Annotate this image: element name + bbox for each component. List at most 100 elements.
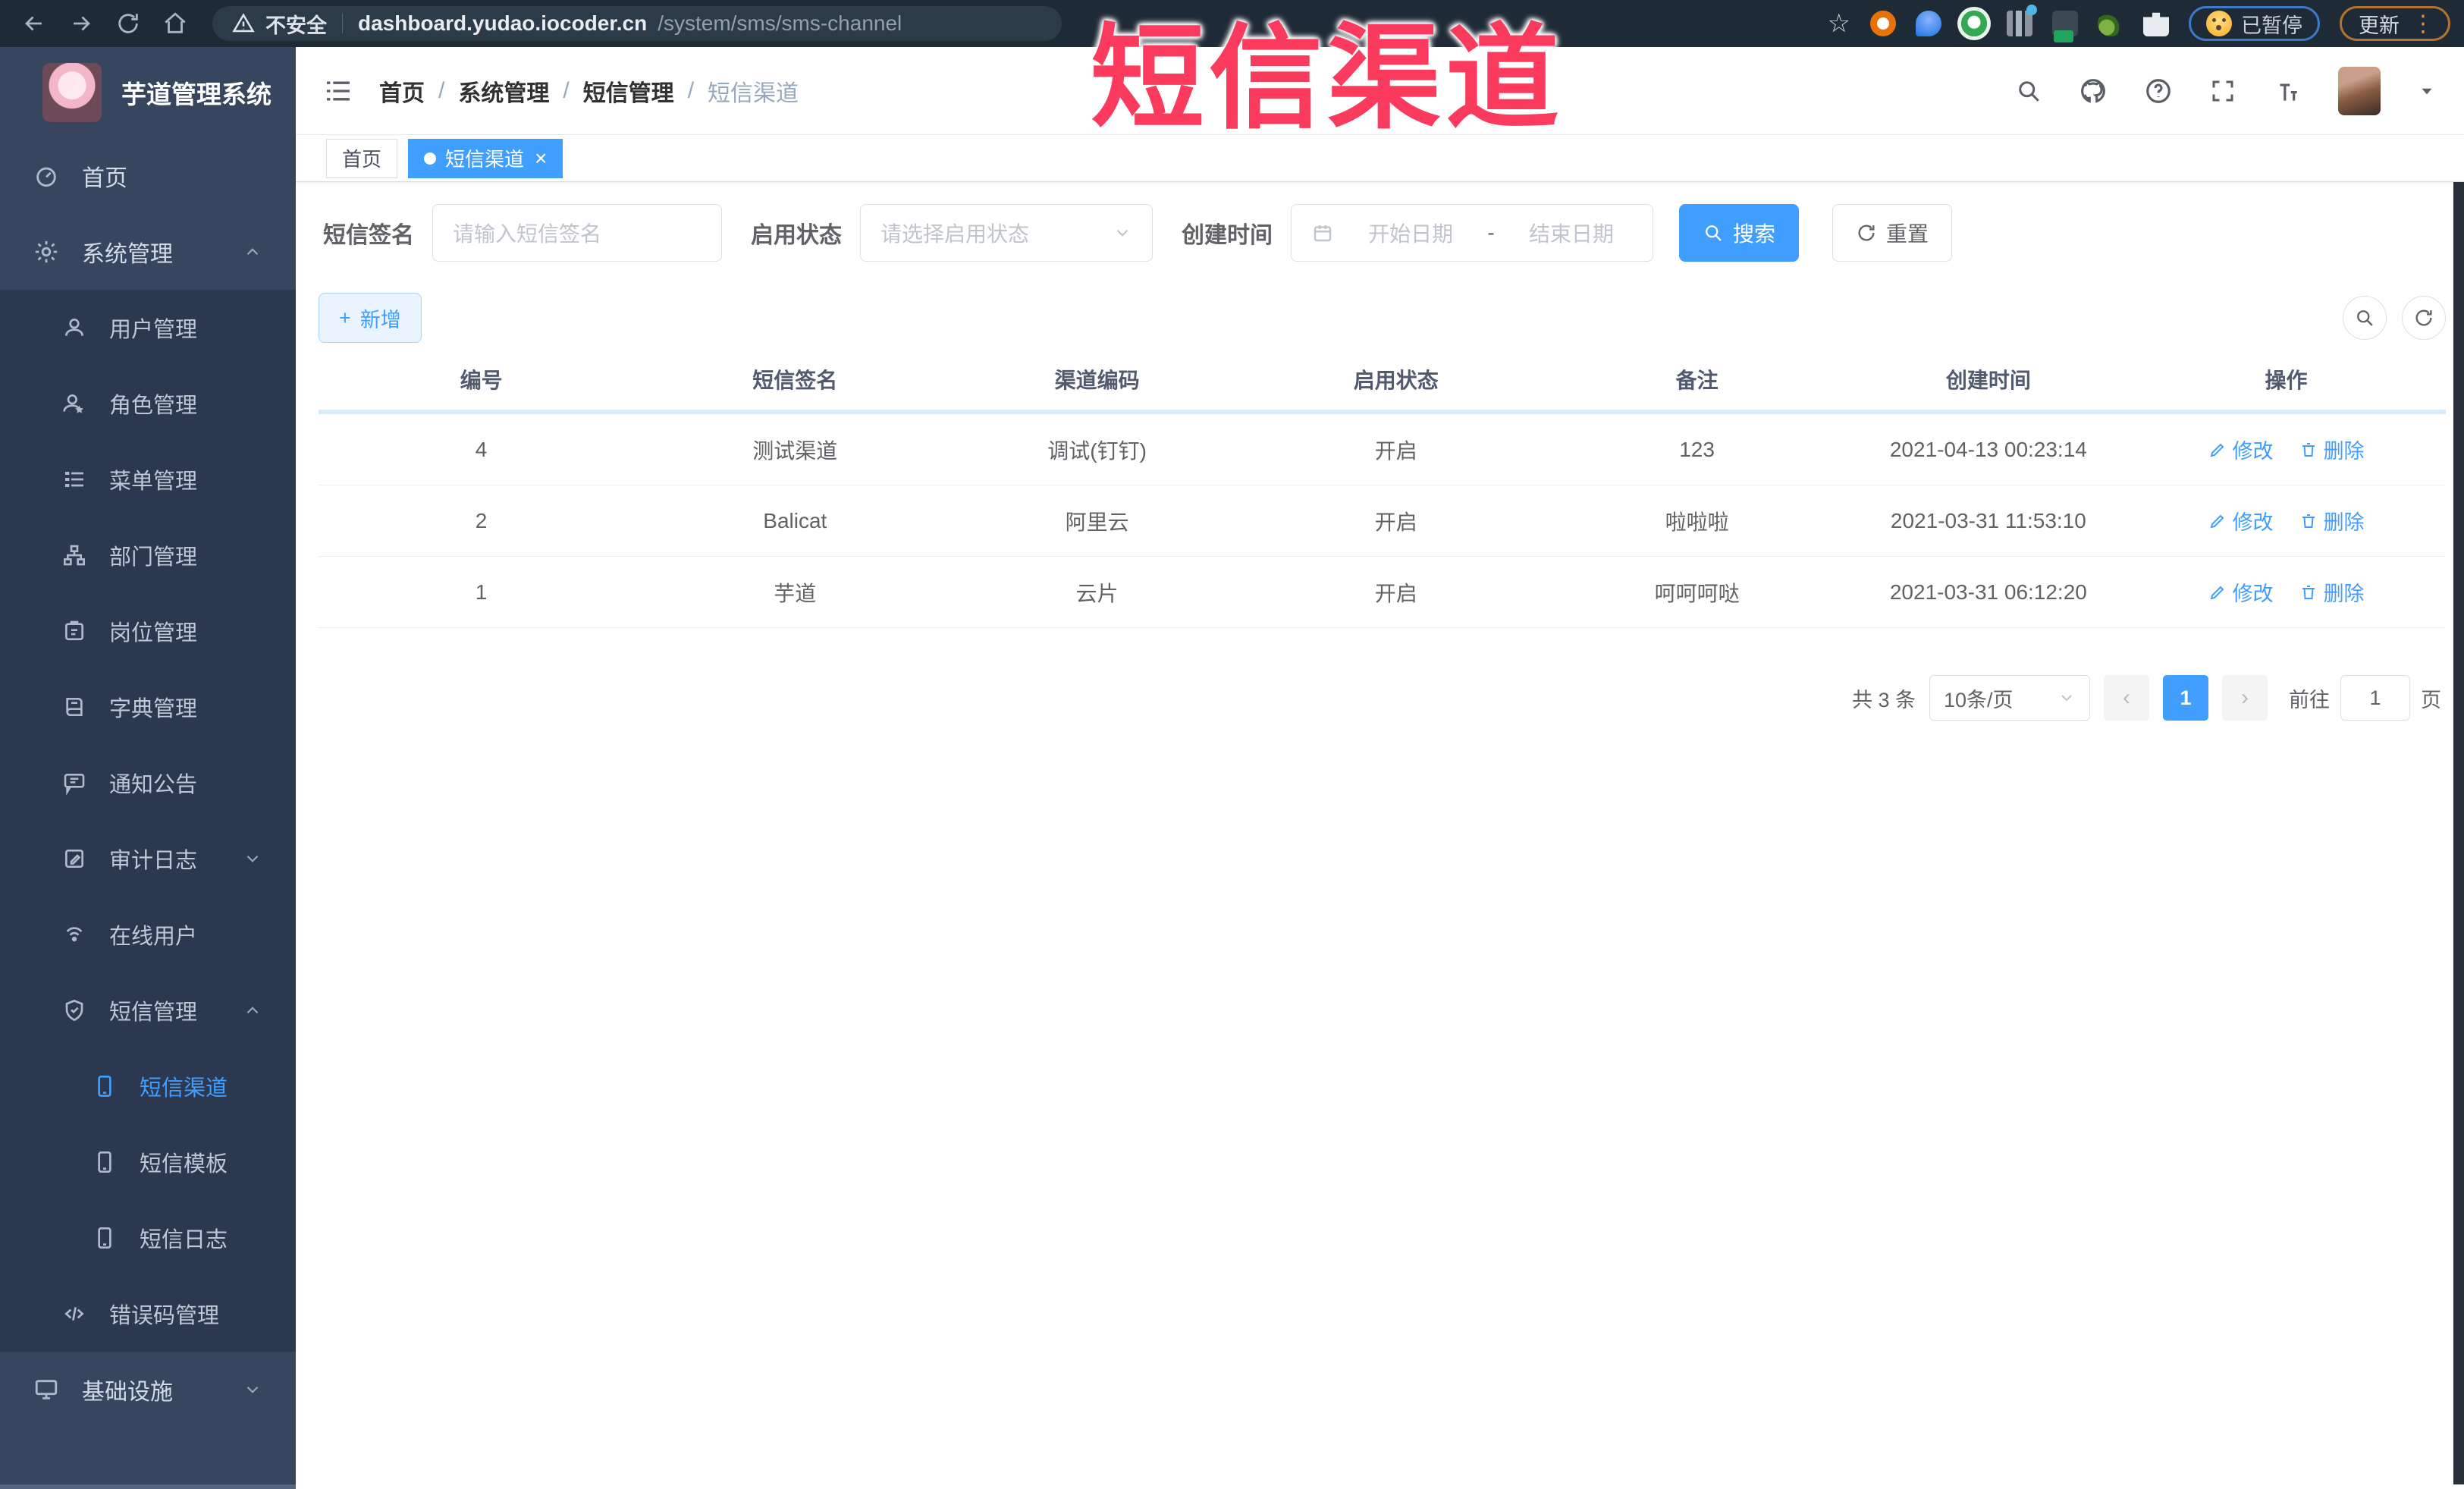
annotation-overlay-text: 短信渠道 xyxy=(1091,14,1565,142)
sidebar-item-users[interactable]: 用户管理 xyxy=(0,290,296,366)
extensions-puzzle-icon[interactable] xyxy=(2143,12,2169,36)
pencil-icon xyxy=(2210,586,2224,599)
caret-down-icon[interactable] xyxy=(2417,81,2437,101)
extension-sprout-icon[interactable] xyxy=(2098,11,2123,36)
github-icon[interactable] xyxy=(2079,77,2108,105)
status-select[interactable]: 请选择启用状态 xyxy=(860,204,1153,262)
current-page-button[interactable]: 1 xyxy=(2163,675,2208,721)
refresh-table-button[interactable] xyxy=(2402,296,2446,340)
search-icon xyxy=(1703,222,1724,243)
sidebar: 芋道管理系统 首页 系统管理 用户管理 角色管理 菜单管理 部门管理 岗位管理 … xyxy=(0,47,296,1489)
menu-dots-icon: ⋮ xyxy=(2412,11,2436,36)
tag-home[interactable]: 首页 xyxy=(326,138,398,178)
edit-link[interactable]: 修改 xyxy=(2208,577,2274,607)
paused-extension-pill[interactable]: 已暂停 xyxy=(2189,6,2320,41)
trash-icon xyxy=(2302,585,2315,599)
window-bottom-edge xyxy=(0,1484,296,1489)
reload-icon[interactable] xyxy=(108,3,149,44)
sidebar-item-audit-log[interactable]: 审计日志 xyxy=(0,821,296,897)
extension-blue-drop-icon[interactable] xyxy=(1916,11,1941,36)
delete-link[interactable]: 删除 xyxy=(2299,506,2365,536)
dashboard-icon xyxy=(33,163,59,189)
collapse-sidebar-icon[interactable] xyxy=(323,76,353,106)
sidebar-item-posts[interactable]: 岗位管理 xyxy=(0,593,296,669)
next-page-button[interactable]: › xyxy=(2222,675,2268,721)
announcement-icon xyxy=(62,771,86,795)
edit-link[interactable]: 修改 xyxy=(2208,506,2274,536)
user-avatar[interactable] xyxy=(2338,66,2381,115)
header-search-icon[interactable] xyxy=(2015,77,2042,105)
sidebar-item-home[interactable]: 首页 xyxy=(0,138,296,214)
toggle-search-button[interactable] xyxy=(2343,296,2387,340)
sidebar-item-sms-management[interactable]: 短信管理 xyxy=(0,972,296,1048)
tag-sms-channel[interactable]: 短信渠道 × xyxy=(408,138,563,178)
pencil-icon xyxy=(2210,514,2224,528)
breadcrumb-system[interactable]: 系统管理 xyxy=(458,74,549,108)
sidebar-item-dictionary[interactable]: 字典管理 xyxy=(0,669,296,745)
address-bar[interactable]: 不安全 dashboard.yudao.iocoder.cn/system/sm… xyxy=(212,6,1062,41)
org-tree-icon xyxy=(62,543,86,567)
font-size-icon[interactable] xyxy=(2273,77,2302,105)
user-icon xyxy=(62,316,86,340)
browser-update-button[interactable]: 更新 ⋮ xyxy=(2340,6,2450,41)
date-range-input[interactable]: 开始日期 - 结束日期 xyxy=(1291,204,1653,262)
sidebar-item-sms-log[interactable]: 短信日志 xyxy=(0,1200,296,1276)
page-unit-label: 页 xyxy=(2421,688,2441,712)
add-button[interactable]: + 新增 xyxy=(319,293,422,343)
home-icon[interactable] xyxy=(155,3,196,44)
breadcrumb-home[interactable]: 首页 xyxy=(379,74,425,108)
phone-icon xyxy=(93,1226,117,1250)
phone-icon xyxy=(93,1074,117,1098)
chevron-up-icon xyxy=(243,242,262,262)
paused-label: 已暂停 xyxy=(2241,14,2302,37)
delete-link[interactable]: 删除 xyxy=(2299,577,2365,607)
url-domain: dashboard.yudao.iocoder.cn xyxy=(358,11,648,35)
menu-list-icon xyxy=(62,467,86,492)
sign-input[interactable]: 请输入短信签名 xyxy=(432,204,722,262)
prev-page-button[interactable]: ‹ xyxy=(2104,675,2149,721)
gear-icon xyxy=(33,239,59,265)
delete-link[interactable]: 删除 xyxy=(2299,435,2365,464)
sidebar-item-online-users[interactable]: 在线用户 xyxy=(0,897,296,972)
extension-equalizer-icon[interactable] xyxy=(2007,5,2037,36)
security-label: 不安全 xyxy=(265,14,327,37)
close-tag-icon[interactable]: × xyxy=(535,146,547,171)
sidebar-item-notices[interactable]: 通知公告 xyxy=(0,745,296,821)
role-users-icon xyxy=(62,391,86,416)
extension-on-badge-icon[interactable] xyxy=(2052,11,2078,42)
fullscreen-icon[interactable] xyxy=(2209,77,2236,105)
page-size-select[interactable]: 10条/页 xyxy=(1929,675,2090,721)
breadcrumb-separator: / xyxy=(687,77,695,103)
pencil-icon xyxy=(2210,443,2224,457)
breadcrumb-separator: / xyxy=(438,77,445,103)
active-dot-icon xyxy=(424,152,437,165)
back-icon[interactable] xyxy=(14,3,55,44)
sidebar-item-system[interactable]: 系统管理 xyxy=(0,214,296,290)
sidebar-item-menus[interactable]: 菜单管理 xyxy=(0,441,296,517)
sidebar-item-roles[interactable]: 角色管理 xyxy=(0,366,296,441)
brand-title: 芋道管理系统 xyxy=(121,80,272,108)
extension-green-check-icon[interactable] xyxy=(1961,11,1987,36)
trash-icon xyxy=(2302,442,2315,457)
bookmark-star-icon[interactable]: ☆ xyxy=(1828,8,1850,39)
chevron-down-icon xyxy=(2058,689,2076,707)
breadcrumb-sms[interactable]: 短信管理 xyxy=(583,74,674,108)
goto-page-input[interactable]: 1 xyxy=(2340,675,2410,721)
edit-link[interactable]: 修改 xyxy=(2208,435,2274,464)
address-divider xyxy=(342,14,343,33)
sidebar-item-error-codes[interactable]: 错误码管理 xyxy=(0,1276,296,1352)
sidebar-item-departments[interactable]: 部门管理 xyxy=(0,517,296,593)
badge-icon xyxy=(62,619,86,643)
sign-label: 短信签名 xyxy=(323,223,414,248)
forward-icon[interactable] xyxy=(61,3,102,44)
reset-button[interactable]: 重置 xyxy=(1832,204,1953,262)
extension-orange-ring-icon[interactable] xyxy=(1870,11,1896,36)
sidebar-item-sms-channel[interactable]: 短信渠道 xyxy=(0,1048,296,1124)
help-question-icon[interactable] xyxy=(2144,77,2173,105)
sidebar-item-infrastructure[interactable]: 基础设施 xyxy=(0,1352,296,1428)
start-date-placeholder: 开始日期 xyxy=(1368,222,1454,246)
sidebar-item-sms-template[interactable]: 短信模板 xyxy=(0,1124,296,1200)
search-button[interactable]: 搜索 xyxy=(1679,204,1800,262)
calendar-icon xyxy=(1311,221,1334,244)
table-row: 4 测试渠道 调试(钉钉) 开启 123 2021-04-13 00:23:14… xyxy=(319,414,2446,485)
